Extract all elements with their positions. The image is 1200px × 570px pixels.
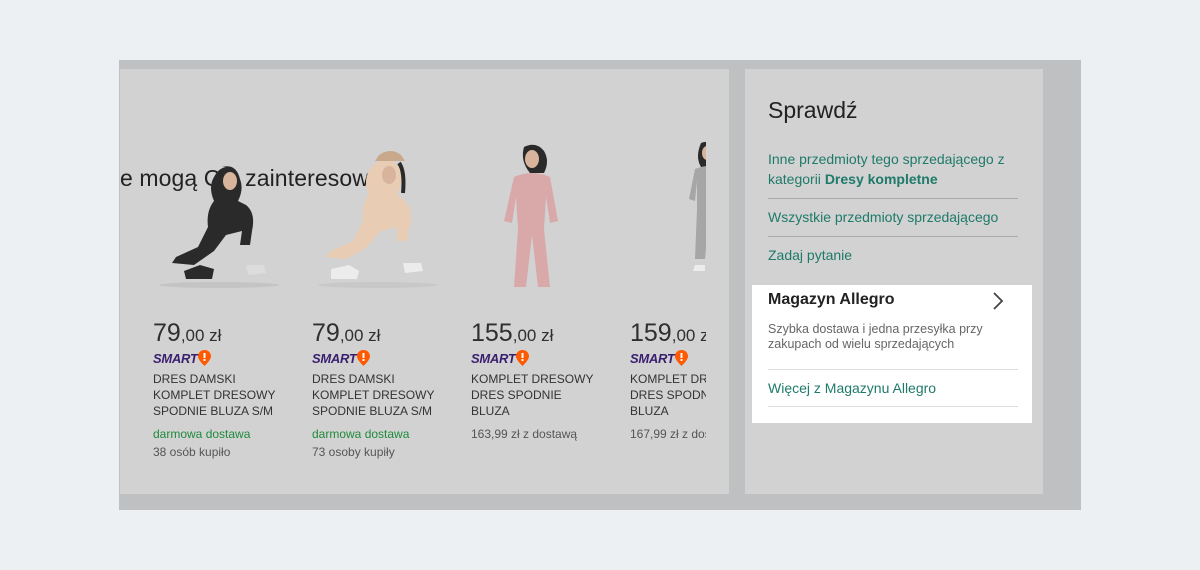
magazyn-description: Szybka dostawa i jedna przesyłka przy za… <box>768 322 983 351</box>
more-magazyn-link[interactable]: Więcej z Magazynu Allegro <box>768 380 936 396</box>
delivery-price: 167,99 zł z dostawą <box>630 427 706 441</box>
product-image[interactable] <box>303 139 453 289</box>
check-panel: Sprawdź Inne przedmioty tego sprzedające… <box>745 69 1043 494</box>
product-price: 79,00 zł <box>312 319 381 347</box>
smart-pin-icon <box>675 350 689 366</box>
divider <box>768 236 1018 237</box>
product-image[interactable] <box>621 139 706 289</box>
product-card[interactable]: 79,00 zł SMART DRES DAMSKI KOMPLET DRESO… <box>144 69 294 494</box>
smart-badge: SMART <box>153 349 212 367</box>
product-name[interactable]: KOMPLET DRESOWY DRES SPODNIE BLUZA <box>630 371 706 419</box>
product-price: 155,00 zł <box>471 319 554 347</box>
product-name[interactable]: KOMPLET DRESOWY DRES SPODNIE BLUZA <box>471 371 599 419</box>
product-carousel: 79,00 zł SMART DRES DAMSKI KOMPLET DRESO… <box>144 69 706 494</box>
product-price: 159,00 zł <box>630 319 706 347</box>
outfit-shape <box>504 173 558 287</box>
seller-category-link[interactable]: Inne przedmioty tego sprzedającego z kat… <box>768 149 1018 189</box>
product-price: 79,00 zł <box>153 319 222 347</box>
delivery-price: 163,99 zł z dostawą <box>471 427 578 441</box>
chevron-right-icon[interactable] <box>990 291 1006 311</box>
check-title: Sprawdź <box>768 97 858 123</box>
all-seller-items-link[interactable]: Wszystkie przedmioty sprzedającego <box>768 207 1018 227</box>
product-card[interactable]: 155,00 zł SMART KOMPLET DRESOWY DRES SPO… <box>462 69 612 494</box>
product-name[interactable]: DRES DAMSKI KOMPLET DRESOWY SPODNIE BLUZ… <box>153 371 281 419</box>
product-image[interactable] <box>462 139 612 289</box>
smart-pin-icon <box>516 350 530 366</box>
divider <box>768 406 1018 407</box>
product-name[interactable]: DRES DAMSKI KOMPLET DRESOWY SPODNIE BLUZ… <box>312 371 440 419</box>
smart-badge: SMART <box>630 349 689 367</box>
product-card[interactable]: 79,00 zł SMART DRES DAMSKI KOMPLET DRESO… <box>303 69 453 494</box>
outfit-shape <box>172 166 254 265</box>
product-image[interactable] <box>144 139 294 289</box>
buyers-count: 38 osób kupiło <box>153 445 231 459</box>
ask-question-link[interactable]: Zadaj pytanie <box>768 245 1018 265</box>
magazyn-allegro-box[interactable]: Magazyn Allegro Szybka dostawa i jedna p… <box>752 285 1032 423</box>
outfit-shape <box>689 166 706 259</box>
magazyn-title[interactable]: Magazyn Allegro <box>768 291 895 309</box>
divider <box>768 369 1018 370</box>
product-card[interactable]: 159,00 zł SMART KOMPLET DRESOWY DRES SPO… <box>621 69 706 494</box>
smart-badge: SMART <box>471 349 530 367</box>
recommendations-panel: e mogą Cię zainteresować 79,00 zł SMART <box>120 69 729 494</box>
smart-pin-icon <box>198 350 212 366</box>
outfit-shape <box>325 160 412 259</box>
delivery-info: darmowa dostawa <box>153 427 251 441</box>
divider <box>768 198 1018 199</box>
buyers-count: 73 osoby kupiły <box>312 445 395 459</box>
smart-pin-icon <box>357 350 371 366</box>
smart-badge: SMART <box>312 349 371 367</box>
delivery-info: darmowa dostawa <box>312 427 410 441</box>
